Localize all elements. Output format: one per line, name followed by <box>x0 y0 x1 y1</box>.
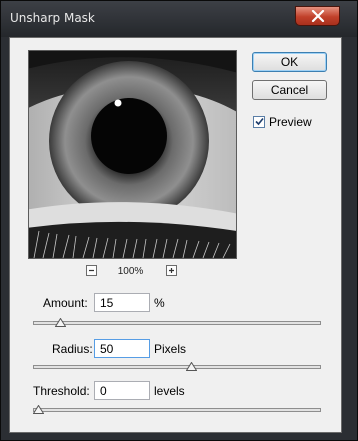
threshold-unit: levels <box>154 384 185 398</box>
checkmark-icon <box>255 117 264 126</box>
amount-input[interactable] <box>94 293 150 312</box>
zoom-in-button[interactable] <box>166 265 177 276</box>
radius-input[interactable] <box>94 339 150 358</box>
close-icon <box>311 10 325 22</box>
zoom-out-button[interactable] <box>86 265 97 276</box>
preview-checkbox[interactable] <box>253 116 265 128</box>
radius-label: Radius: <box>52 342 93 356</box>
threshold-label: Threshold: <box>33 384 90 398</box>
amount-label: Amount: <box>43 296 88 310</box>
dialog-window: Unsharp Mask 100% OK Cancel Preview Amou… <box>0 0 358 441</box>
radius-slider-track[interactable] <box>33 362 321 371</box>
zoom-in-icon <box>169 268 174 273</box>
threshold-slider-track[interactable] <box>33 405 321 414</box>
threshold-input[interactable] <box>94 381 150 400</box>
cancel-button[interactable]: Cancel <box>252 80 327 100</box>
preview-label: Preview <box>269 115 312 129</box>
close-button[interactable] <box>295 6 340 26</box>
amount-slider-track[interactable] <box>33 318 321 327</box>
preview-image[interactable] <box>28 50 237 259</box>
ok-button[interactable]: OK <box>252 52 327 72</box>
amount-unit: % <box>154 296 165 310</box>
window-title: Unsharp Mask <box>10 11 95 25</box>
title-bar[interactable]: Unsharp Mask <box>1 1 357 37</box>
zoom-level: 100% <box>117 266 144 277</box>
dialog-body: 100% OK Cancel Preview Amount: % Radius:… <box>9 37 342 433</box>
zoom-out-icon <box>89 269 94 272</box>
radius-unit: Pixels <box>154 342 187 356</box>
